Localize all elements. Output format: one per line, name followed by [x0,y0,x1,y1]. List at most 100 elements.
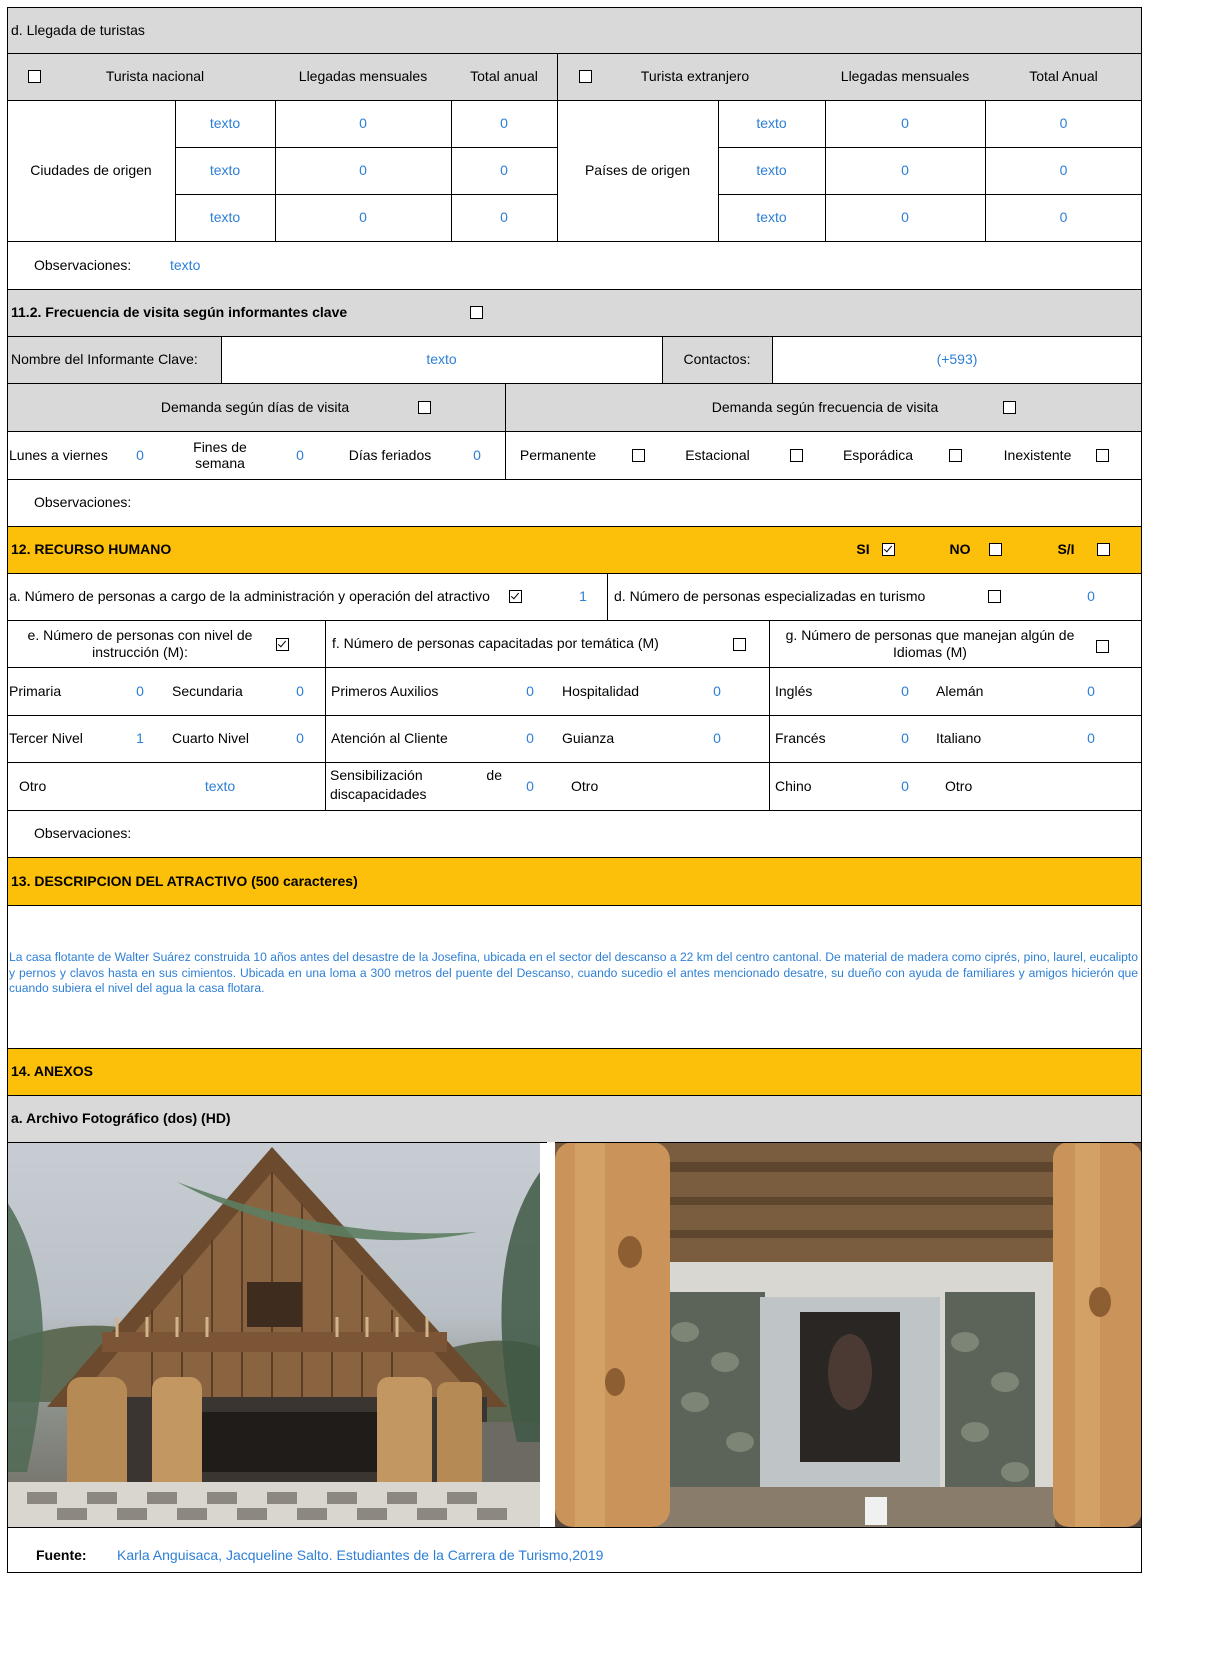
national-annual-2[interactable]: 0 [451,147,557,194]
vline [557,53,558,241]
admin-staff-value[interactable]: 1 [568,573,598,620]
italian-label: Italiano [936,730,982,747]
admin-staff-label: a. Número de personas a cargo de la admi… [9,588,490,605]
disability-label-a: Sensibilización [330,767,423,783]
education-level-checkbox[interactable] [276,638,289,651]
hr-no-checkbox[interactable] [989,543,1002,556]
seasonal-checkbox[interactable] [790,449,803,462]
foreign-monthly-2[interactable]: 0 [825,147,985,194]
national-monthly-1[interactable]: 0 [275,100,451,147]
hline [7,526,1142,527]
weekdays-value[interactable]: 0 [125,431,155,479]
hr-sn-label: S/I [1057,541,1075,558]
foreign-annual-3[interactable]: 0 [985,194,1142,241]
visit-frequency-checkbox[interactable] [470,306,483,319]
nonexistent-label: Inexistente [1003,446,1072,463]
national-monthly-3[interactable]: 0 [275,194,451,241]
hline [7,905,1142,906]
hline [7,715,1142,716]
french-value[interactable]: 0 [890,715,920,762]
national-origin-2[interactable]: texto [175,147,275,194]
first-aid-value[interactable]: 0 [515,667,545,715]
customer-service-value[interactable]: 0 [515,715,545,762]
primary-value[interactable]: 0 [125,667,155,715]
other-education-value[interactable]: texto [170,762,270,810]
foreign-origin-3[interactable]: texto [718,194,825,241]
chinese-label: Chino [775,777,812,794]
secondary-value[interactable]: 0 [285,667,315,715]
national-tourist-checkbox[interactable] [28,70,41,83]
third-level-value[interactable]: 1 [125,715,155,762]
national-origin-3[interactable]: texto [175,194,275,241]
foreign-tourist-checkbox[interactable] [579,70,592,83]
hline [7,667,1142,668]
vline [275,100,276,241]
arrivals-observations-label: Observaciones: [34,256,132,273]
national-annual-3[interactable]: 0 [451,194,557,241]
interior-illustration [555,1142,1142,1527]
demand-days-checkbox[interactable] [418,401,431,414]
tourism-staff-label: d. Número de personas especializadas en … [614,588,926,605]
national-tourist-label: Turista nacional [105,68,205,85]
hr-si-checkbox[interactable] [882,543,895,556]
disability-label-b: discapacidades [330,786,427,802]
demand-frequency-checkbox[interactable] [1003,401,1016,414]
fourth-level-label: Cuarto Nivel [172,730,250,747]
frequency-observations-label: Observaciones: [34,494,132,511]
languages-staff-label: g. Número de personas que manejan algún … [785,627,1075,660]
arrivals-observations-value[interactable]: texto [166,241,366,289]
permanent-checkbox[interactable] [632,449,645,462]
trained-staff-label: f. Número de personas capacitadas por te… [332,635,659,652]
foreign-origin-2[interactable]: texto [718,147,825,194]
hline [7,100,1142,101]
guiding-label: Guianza [562,730,615,747]
hline [175,194,557,195]
weekdays-label: Lunes a viernes [9,446,108,463]
german-label: Alemán [936,682,984,699]
hline [7,762,1142,763]
national-annual-1[interactable]: 0 [451,100,557,147]
chinese-value[interactable]: 0 [890,762,920,810]
informant-value[interactable]: texto [221,336,662,383]
trained-staff-checkbox[interactable] [733,638,746,651]
hr-si-label: SI [856,541,870,558]
foreign-origin-1[interactable]: texto [718,100,825,147]
sporadic-checkbox[interactable] [949,449,962,462]
hline [7,1572,1142,1573]
vline [607,573,608,620]
nonexistent-checkbox[interactable] [1096,449,1109,462]
hr-sn-checkbox[interactable] [1097,543,1110,556]
foreign-annual-1[interactable]: 0 [985,100,1142,147]
hospitality-value[interactable]: 0 [702,667,732,715]
foreign-annual-2[interactable]: 0 [985,147,1142,194]
hline [7,857,1142,858]
weekends-value[interactable]: 0 [285,431,315,479]
foreign-monthly-3[interactable]: 0 [825,194,985,241]
weekends-label: Fines de semana [193,438,247,471]
disability-value[interactable]: 0 [515,762,545,810]
disability-label: Sensibilización de discapacidades [330,767,506,805]
national-origin-1[interactable]: texto [175,100,275,147]
hline [175,147,557,148]
guiding-value[interactable]: 0 [702,715,732,762]
tourism-staff-checkbox[interactable] [988,590,1001,603]
hline [7,479,1142,480]
foreign-monthly-1[interactable]: 0 [825,100,985,147]
holidays-label: Días feriados [348,446,432,463]
contacts-value[interactable]: (+593) [772,336,1142,383]
vline [221,336,222,383]
tourism-staff-value[interactable]: 0 [1076,573,1106,620]
holidays-value[interactable]: 0 [462,431,492,479]
admin-staff-checkbox[interactable] [509,590,522,603]
languages-staff-checkbox[interactable] [1096,640,1109,653]
hline [7,53,1142,54]
english-value[interactable]: 0 [890,667,920,715]
national-monthly-2[interactable]: 0 [275,147,451,194]
hline [7,1142,1142,1143]
german-value[interactable]: 0 [1076,667,1106,715]
sporadic-label: Esporádica [842,446,914,463]
italian-value[interactable]: 0 [1076,715,1106,762]
third-level-label: Tercer Nivel [9,730,83,747]
photo-archive-title: a. Archivo Fotográfico (dos) (HD) [7,1095,1142,1142]
fourth-level-value[interactable]: 0 [285,715,315,762]
